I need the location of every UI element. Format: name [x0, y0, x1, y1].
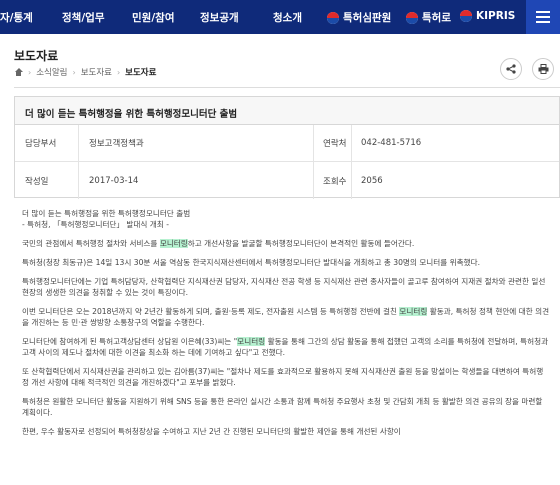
breadcrumb-separator: › [116, 67, 121, 77]
highlighted-term: 모니터링 [237, 337, 266, 346]
page-title: 보도자료 [14, 49, 59, 63]
home-icon[interactable] [14, 68, 23, 76]
body-paragraph: 한편, 우수 활동자로 선정되어 특허청장상을 수여하고 지난 2년 간 진행된… [22, 427, 401, 436]
hamburger-line [536, 16, 550, 18]
body-paragraph: 이번 모니터단은 오는 2018년까지 약 2년간 활동하게 되며, 출원·등록… [22, 306, 550, 328]
highlighted-term: 모니터링 [399, 307, 428, 316]
nav-item-policy[interactable]: 정책/업무 [62, 10, 104, 25]
meta-row-dept-contact: 담당부서 정보고객정책과 연락처 042-481-5716 [15, 125, 559, 162]
nav-link-patent-net-label: 특허로 [422, 12, 451, 24]
breadcrumb: › 소식알림 › 보도자료 › 보도자료 [14, 66, 156, 78]
paragraph-text: 이번 모니터단은 오는 2018년까지 약 2년간 활동하게 되며, 출원·등록… [22, 307, 400, 316]
dept-value: 정보고객정책과 [89, 139, 144, 149]
contact-label: 연락처 [323, 139, 347, 149]
date-value: 2017-03-14 [89, 175, 139, 186]
hamburger-menu-button[interactable] [526, 0, 560, 34]
views-label: 조회수 [323, 176, 347, 187]
hamburger-line [536, 21, 550, 23]
print-button[interactable] [532, 58, 554, 80]
hamburger-menu-icon [536, 11, 550, 13]
subtitle-line: - 특허청, 「특허행정모니터단」 발대식 개최 - [22, 220, 169, 229]
top-navigation-bar: 자/통계 정책/업무 민원/참여 정보공개 청소개 특허심판원 특허로 KIPR… [0, 0, 560, 34]
nav-link-patent-net[interactable]: 특허로 [406, 10, 451, 25]
taegeuk-icon [327, 11, 339, 24]
column-divider [78, 125, 79, 162]
body-paragraph: 특허행정모니터단에는 기업 특허담당자, 산학협력단 지식재산권 담당자, 지식… [22, 277, 546, 297]
nav-item-office-intro[interactable]: 청소개 [273, 10, 302, 25]
article-info-table: 더 많이 듣는 특허행정을 위한 특허행정모니터단 출범 담당부서 정보고객정책… [14, 96, 560, 199]
breadcrumb-separator: › [28, 67, 32, 77]
nav-link-ipt-label: 특허심판원 [343, 12, 392, 24]
subtitle-line: 더 많이 듣는 특허행정을 위한 특허행정모니터단 출범 [22, 209, 191, 218]
date-label: 작성일 [25, 176, 49, 187]
column-divider [313, 125, 314, 162]
nav-item-statistics[interactable]: 자/통계 [0, 10, 33, 25]
body-paragraph: 모니터단에 참여하게 된 특허고객상담센터 상담원 이은혜(33)씨는 "모니터… [22, 336, 550, 358]
column-divider [351, 162, 352, 199]
column-divider [313, 162, 314, 199]
share-button[interactable] [500, 58, 522, 80]
dept-label: 담당부서 [25, 139, 57, 149]
nav-link-kipris[interactable]: KIPRIS [460, 10, 515, 22]
highlighted-term: 모니터링 [159, 239, 188, 248]
body-paragraph: 특허청(청장 최동규)은 14일 13시 30분 서울 역삼동 한국지식재산센터… [22, 258, 481, 267]
nav-link-kipris-label: KIPRIS [476, 10, 516, 22]
meta-row-date-views: 작성일 2017-03-14 조회수 2056 [15, 162, 559, 199]
taegeuk-icon [460, 10, 472, 22]
body-paragraph: 특허청은 원활한 모니터단 활동을 지원하기 위해 SNS 등을 통한 온라인 … [22, 397, 543, 417]
paragraph-text: 하고 개선사항을 발굴할 특허행정모니터단이 본격적인 활동에 들어간다. [187, 239, 415, 248]
paragraph-text: 모니터단에 참여하게 된 특허고객상담센터 상담원 이은혜(33)씨는 " [22, 337, 238, 346]
body-paragraph: 또 산학협력단에서 지식재산권을 관리하고 있는 김아름(37)씨는 "절차나 … [22, 367, 544, 387]
breadcrumb-item-news[interactable]: 소식알림 [36, 66, 67, 78]
print-icon [538, 64, 548, 74]
column-divider [78, 162, 79, 199]
body-paragraph: 국민의 관점에서 특허행정 절차와 서비스를 모니터링하고 개선사항을 발굴할 … [22, 238, 550, 249]
nav-link-ipt[interactable]: 특허심판원 [327, 10, 391, 25]
header-divider [14, 87, 560, 88]
breadcrumb-separator: › [72, 67, 76, 77]
views-value: 2056 [361, 175, 383, 186]
contact-value: 042-481-5716 [361, 138, 422, 148]
taegeuk-icon [406, 11, 418, 24]
column-divider [351, 125, 352, 162]
nav-item-info-disclosure[interactable]: 정보공개 [200, 10, 239, 25]
nav-item-civil-complaint[interactable]: 민원/참여 [132, 10, 174, 25]
breadcrumb-item-press[interactable]: 보도자료 [81, 66, 112, 78]
share-icon [506, 64, 516, 74]
paragraph-text: 국민의 관점에서 특허행정 절차와 서비스를 [22, 239, 160, 248]
article-title: 더 많이 듣는 특허행정을 위한 특허행정모니터단 출범 [15, 97, 559, 125]
breadcrumb-item-current: 보도자료 [125, 68, 157, 78]
article-body: 더 많이 듣는 특허행정을 위한 특허행정모니터단 출범 - 특허청, 「특허행… [22, 208, 550, 445]
